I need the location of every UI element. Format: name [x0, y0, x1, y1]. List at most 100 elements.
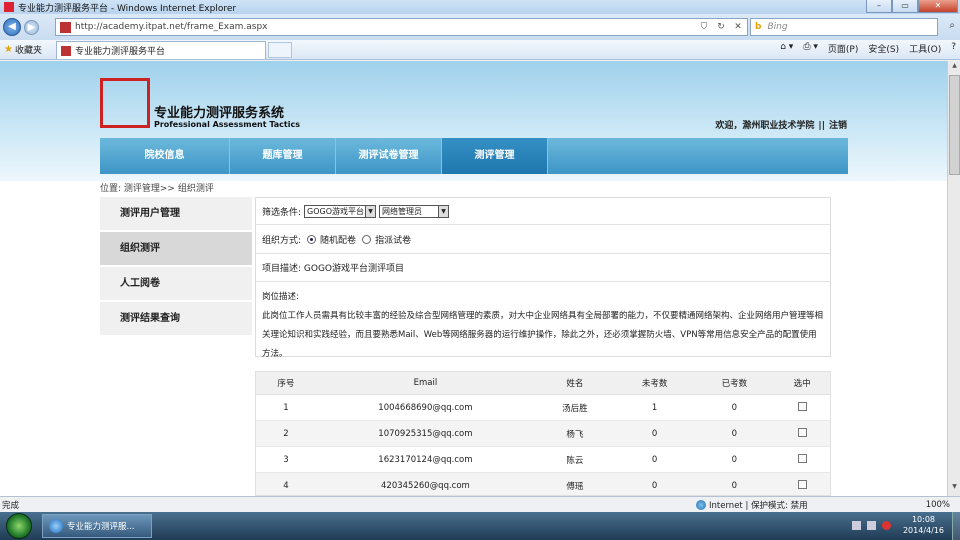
cell-no: 2 — [283, 428, 289, 439]
stop-icon[interactable]: ✕ — [731, 20, 745, 34]
row-checkbox[interactable] — [797, 453, 807, 463]
left-menu: 测评用户管理 组织测评 人工阅卷 测评结果查询 — [100, 197, 252, 337]
browser-tab[interactable]: 专业能力测评服务平台 — [56, 41, 266, 59]
cell-untested: 1 — [651, 402, 658, 413]
search-icon[interactable]: ⌕ — [949, 20, 955, 31]
home-icon[interactable]: ⌂ ▾ — [780, 42, 793, 55]
menu-organize-assessment[interactable]: 组织测评 — [100, 232, 252, 265]
assign-radio[interactable] — [362, 234, 372, 244]
new-tab-button[interactable] — [268, 42, 292, 58]
scroll-thumb[interactable] — [949, 75, 960, 175]
start-button[interactable] — [6, 513, 32, 539]
page-menu[interactable]: 页面(P) — [828, 42, 858, 55]
cell-email: 420345260@qq.com — [381, 480, 470, 491]
scroll-down-icon[interactable]: ▼ — [949, 483, 960, 495]
row-checkbox[interactable] — [797, 401, 807, 411]
address-toolbar: ◀ ▶ http://academy.itpat.net/frame_Exam.… — [0, 14, 960, 40]
clock-time: 10:08 — [911, 515, 936, 524]
menu-user-management[interactable]: 测评用户管理 — [100, 197, 252, 230]
cell-untested: 0 — [651, 428, 658, 439]
post-select[interactable]: 网络管理员 ▼ — [379, 204, 450, 218]
show-desktop-button[interactable] — [952, 512, 960, 540]
globe-icon — [696, 499, 706, 510]
assign-label[interactable]: 指派试卷 — [375, 233, 411, 246]
zoom-level[interactable]: 100% — [926, 500, 950, 510]
cell-select — [774, 401, 830, 414]
taskbar: 专业能力测评服... 10:08 2014/4/16 — [0, 512, 960, 540]
welcome-text: 欢迎，滁州职业技术学院 — [715, 121, 815, 131]
table-row: 2 1070925315@qq.com 杨飞 0 0 — [256, 421, 830, 447]
row-checkbox[interactable] — [797, 427, 807, 437]
cell-tested: 0 — [731, 480, 738, 491]
cell-select — [774, 453, 830, 466]
brand-title: 专业能力测评服务系统 — [154, 106, 285, 121]
print-icon[interactable]: ⎙ ▾ — [803, 42, 818, 55]
random-label[interactable]: 随机配卷 — [320, 233, 356, 246]
tools-menu[interactable]: 工具(O) — [909, 42, 941, 55]
cell-tested: 0 — [731, 402, 738, 413]
project-select-value: GOGO游戏平台 — [307, 206, 365, 216]
cell-name: 傅瑶 — [566, 481, 584, 492]
filter-label: 筛选条件: — [262, 207, 302, 218]
mode-label: 组织方式: — [262, 235, 302, 246]
refresh-icon[interactable]: ↻ — [714, 20, 728, 34]
close-window-button[interactable]: ✕ — [918, 0, 958, 13]
main-nav: 院校信息 题库管理 测评试卷管理 测评管理 — [100, 138, 848, 174]
taskbar-item-label: 专业能力测评服... — [67, 522, 135, 532]
nav-paper-management[interactable]: 测评试卷管理 — [336, 138, 442, 174]
post-select-value: 网络管理员 — [382, 206, 423, 216]
table-row: 4 420345260@qq.com 傅瑶 0 0 — [256, 473, 830, 495]
vertical-scrollbar[interactable]: ▲ ▼ — [947, 61, 960, 496]
safety-menu[interactable]: 安全(S) — [868, 42, 899, 55]
help-button[interactable]: ? — [951, 42, 956, 55]
nav-school-info[interactable]: 院校信息 — [100, 138, 230, 174]
col-name: 姓名 — [566, 379, 584, 389]
menu-manual-grading[interactable]: 人工阅卷 — [100, 267, 252, 300]
clock[interactable]: 10:08 2014/4/16 — [903, 514, 944, 536]
candidate-table: 序号 Email 姓名 未考数 已考数 选中 1 1004668690@qq.c… — [255, 371, 831, 496]
scroll-up-icon[interactable]: ▲ — [949, 62, 960, 74]
minimize-button[interactable]: – — [866, 0, 892, 13]
search-box[interactable]: b Bing ⌕ — [750, 18, 955, 36]
menu-result-query[interactable]: 测评结果查询 — [100, 302, 252, 335]
tray-arrow-icon[interactable] — [851, 520, 861, 530]
address-url: http://academy.itpat.net/frame_Exam.aspx — [75, 22, 268, 32]
forward-button[interactable]: ▶ — [24, 19, 39, 35]
post-description: 岗位描述: 此岗位工作人员需具有比较丰富的经验及综合型网络管理的素质，对大中企业… — [262, 288, 824, 364]
nav-question-bank[interactable]: 题库管理 — [230, 138, 336, 174]
cell-no: 4 — [283, 480, 289, 491]
nav-assessment-management[interactable]: 测评管理 — [442, 138, 548, 174]
project-description: 项目描述: GOGO游戏平台测评项目 — [256, 254, 830, 282]
network-icon[interactable] — [866, 520, 876, 530]
ie-app-icon — [4, 2, 14, 12]
col-select: 选中 — [793, 379, 811, 389]
post-desc-label: 岗位描述: — [262, 292, 299, 302]
col-untested: 未考数 — [641, 379, 668, 389]
search-placeholder: Bing — [767, 22, 788, 32]
favorites-button[interactable]: 收藏夹 — [15, 43, 42, 56]
cell-name: 杨飞 — [566, 429, 584, 440]
zone-info: Internet | 保护模式: 禁用 — [696, 499, 808, 511]
row-checkbox[interactable] — [797, 479, 807, 489]
breadcrumb: 位置: 测评管理>> 组织测评 — [100, 184, 214, 194]
clock-date: 2014/4/16 — [902, 526, 944, 535]
favorites-star-icon[interactable]: ★ — [4, 44, 13, 55]
table-header: 序号 Email 姓名 未考数 已考数 选中 — [256, 372, 830, 395]
mode-row: 组织方式: 随机配卷 指派试卷 — [256, 225, 830, 254]
taskbar-ie-item[interactable]: 专业能力测评服... — [42, 514, 152, 538]
back-button[interactable]: ◀ — [3, 18, 21, 36]
address-field[interactable]: http://academy.itpat.net/frame_Exam.aspx… — [55, 18, 748, 36]
compat-view-icon[interactable]: ⛉ — [697, 20, 711, 34]
logout-link[interactable]: 注销 — [829, 121, 847, 131]
bing-logo-icon: b — [755, 22, 762, 32]
random-radio[interactable] — [307, 234, 317, 244]
col-no: 序号 — [277, 379, 295, 389]
cell-no: 1 — [283, 402, 289, 413]
project-select[interactable]: GOGO游戏平台 ▼ — [304, 204, 377, 218]
welcome-separator: || — [818, 121, 825, 131]
table-row: 3 1623170124@qq.com 陈云 0 0 — [256, 447, 830, 473]
maximize-button[interactable]: ▭ — [892, 0, 918, 13]
status-text: 完成 — [2, 500, 20, 511]
volume-muted-icon[interactable] — [881, 520, 891, 530]
cell-untested: 0 — [651, 480, 658, 491]
